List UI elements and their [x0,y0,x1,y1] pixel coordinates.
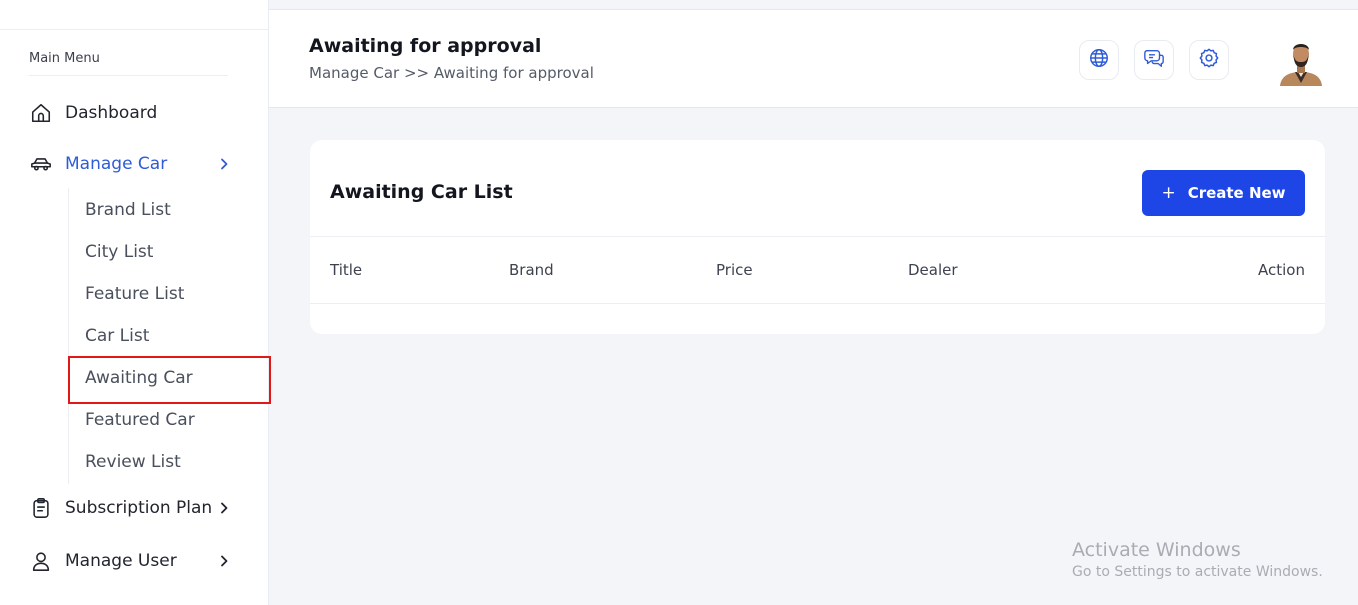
activation-watermark-subtitle: Go to Settings to activate Windows. [1072,564,1323,580]
sidebar-item-label: Manage Car [65,154,168,174]
submenu-item-brand-list[interactable]: Brand List [85,200,171,220]
column-header-brand[interactable]: Brand [509,261,554,279]
language-button[interactable] [1079,40,1119,80]
menu-icon-partial [33,598,51,605]
sidebar-item-subscription-plan[interactable]: Subscription Plan [29,493,212,523]
avatar[interactable] [1276,36,1326,86]
column-header-dealer[interactable]: Dealer [908,261,958,279]
sidebar-item-manage-car[interactable]: Manage Car [29,149,167,179]
user-icon [29,549,53,573]
page-title: Awaiting for approval [309,35,542,57]
create-new-label: Create New [1187,184,1286,202]
submenu-item-review-list[interactable]: Review List [85,452,181,472]
globe-icon [1088,47,1110,73]
chevron-right-icon[interactable] [216,500,232,516]
submenu-item-city-list[interactable]: City List [85,242,153,262]
chevron-right-icon[interactable] [216,156,232,172]
column-header-action[interactable]: Action [1258,261,1305,279]
card-title: Awaiting Car List [330,181,513,203]
submenu-item-car-list[interactable]: Car List [85,326,149,346]
menu-heading: Main Menu [29,51,100,66]
car-icon [29,152,53,176]
manage-car-submenu: Brand List City List Feature List Car Li… [68,188,268,484]
highlight-box [68,356,271,404]
clipboard-icon [29,496,53,520]
card-divider [310,236,1325,237]
submenu-item-featured-car[interactable]: Featured Car [85,410,195,430]
sidebar-item-label: Dashboard [65,103,158,123]
breadcrumb: Manage Car >> Awaiting for approval [309,64,594,82]
column-header-title[interactable]: Title [330,261,362,279]
column-header-price[interactable]: Price [716,261,753,279]
plus-icon: + [1161,183,1176,203]
page-header: Awaiting for approval Manage Car >> Awai… [269,9,1358,108]
gear-icon [1198,47,1220,73]
chat-icon [1143,47,1165,73]
home-icon [29,101,53,125]
sidebar-item-label: Subscription Plan [65,498,213,518]
table-divider [310,303,1325,304]
settings-button[interactable] [1189,40,1229,80]
submenu-item-feature-list[interactable]: Feature List [85,284,184,304]
sidebar: Main Menu Dashboard Manage Car Brand Lis… [0,0,271,605]
sidebar-item-dashboard[interactable]: Dashboard [29,98,157,128]
chevron-right-icon[interactable] [216,553,232,569]
sidebar-item-label: Manage User [65,551,177,571]
sidebar-item-manage-user[interactable]: Manage User [29,546,177,576]
awaiting-car-card: Awaiting Car List + Create New Title Bra… [310,140,1325,334]
sidebar-divider [0,29,268,30]
messages-button[interactable] [1134,40,1174,80]
create-new-button[interactable]: + Create New [1142,170,1305,216]
activation-watermark-title: Activate Windows [1072,539,1241,561]
menu-heading-divider [29,75,228,76]
